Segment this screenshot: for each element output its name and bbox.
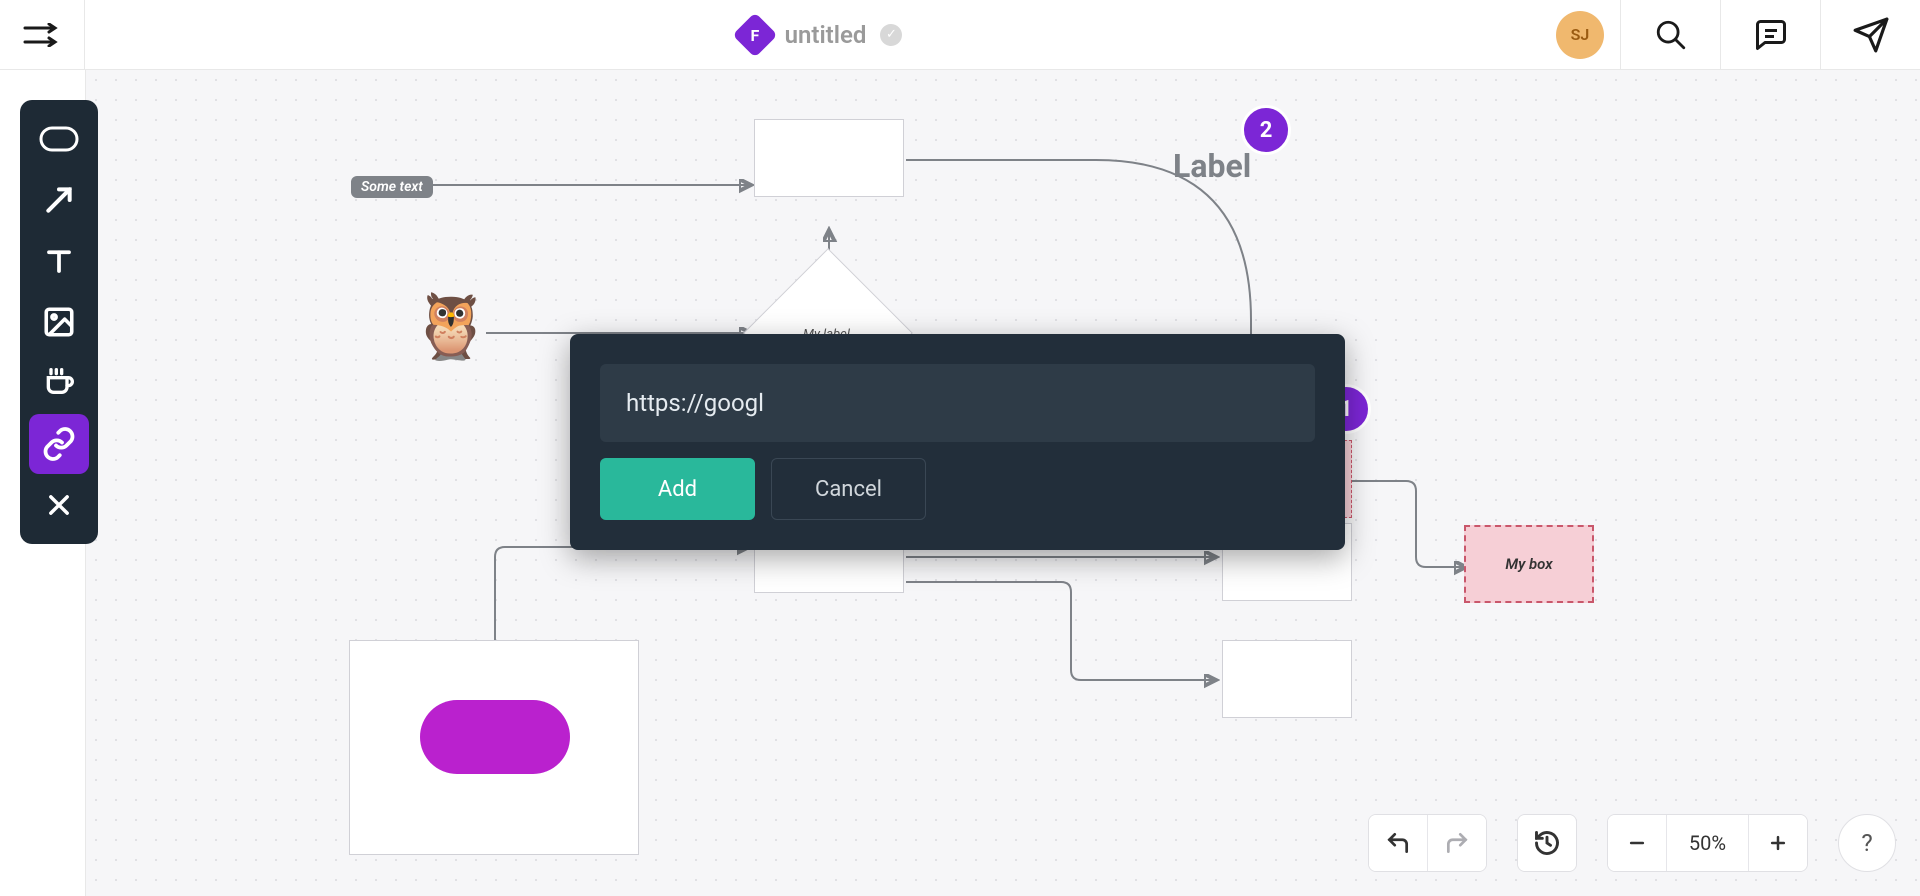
text-icon [44,246,74,276]
tool-image[interactable] [29,292,89,352]
redo-button[interactable] [1428,814,1486,872]
tool-close[interactable] [29,475,89,535]
tool-shape[interactable] [29,109,89,169]
link-icon [41,426,77,462]
node-box-bottom-right[interactable] [1222,640,1352,718]
document-title[interactable]: untitled [785,21,867,49]
undo-icon [1385,830,1411,856]
versions-group [1517,814,1577,872]
tool-coffee[interactable] [29,353,89,413]
tool-palette [20,100,98,544]
arrow-icon [43,184,75,216]
cancel-button[interactable]: Cancel [771,458,926,520]
comments-button[interactable] [1720,0,1820,70]
zoom-level[interactable]: 50% [1667,831,1748,855]
connector-label: Some text [351,176,433,198]
top-bar: F untitled ✓ SJ [0,0,1920,70]
node-pill[interactable] [420,700,570,774]
zoom-in-button[interactable] [1749,814,1807,872]
search-button[interactable] [1620,0,1720,70]
node-box-top[interactable] [754,119,904,197]
menu-button[interactable] [0,0,85,70]
comment-icon [1753,17,1789,53]
history-icon [1533,829,1561,857]
send-icon [1852,16,1890,54]
bottom-controls: 50% ? [1368,814,1896,872]
image-icon [42,305,76,339]
saved-indicator-icon: ✓ [880,24,902,46]
node-dashed-box[interactable]: My box [1464,525,1594,603]
user-avatar[interactable]: SJ [1556,11,1604,59]
add-button[interactable]: Add [600,458,755,520]
redo-icon [1444,830,1470,856]
share-button[interactable] [1820,0,1920,70]
history-versions-button[interactable] [1518,814,1576,872]
history-group [1368,814,1487,872]
close-icon [45,491,73,519]
search-icon [1654,18,1688,52]
help-button[interactable]: ? [1838,814,1896,872]
tool-text[interactable] [29,231,89,291]
rounded-rect-icon [39,126,79,152]
plus-icon [1768,833,1788,853]
menu-icon [23,23,61,47]
thick-connector-label: Label [1163,144,1261,188]
minus-icon [1627,833,1647,853]
tool-arrow[interactable] [29,170,89,230]
title-area: F untitled ✓ [85,19,1556,51]
owl-image[interactable]: 🦉 [411,295,491,359]
app-logo: F [732,12,777,57]
undo-button[interactable] [1369,814,1427,872]
top-right-actions: SJ [1556,0,1920,70]
coffee-icon [43,367,75,399]
tool-link[interactable] [29,414,89,474]
badge-2[interactable]: 2 [1241,105,1291,155]
zoom-group: 50% [1607,814,1808,872]
zoom-out-button[interactable] [1608,814,1666,872]
link-url-input[interactable] [600,364,1315,442]
link-modal: Add Cancel [570,334,1345,550]
